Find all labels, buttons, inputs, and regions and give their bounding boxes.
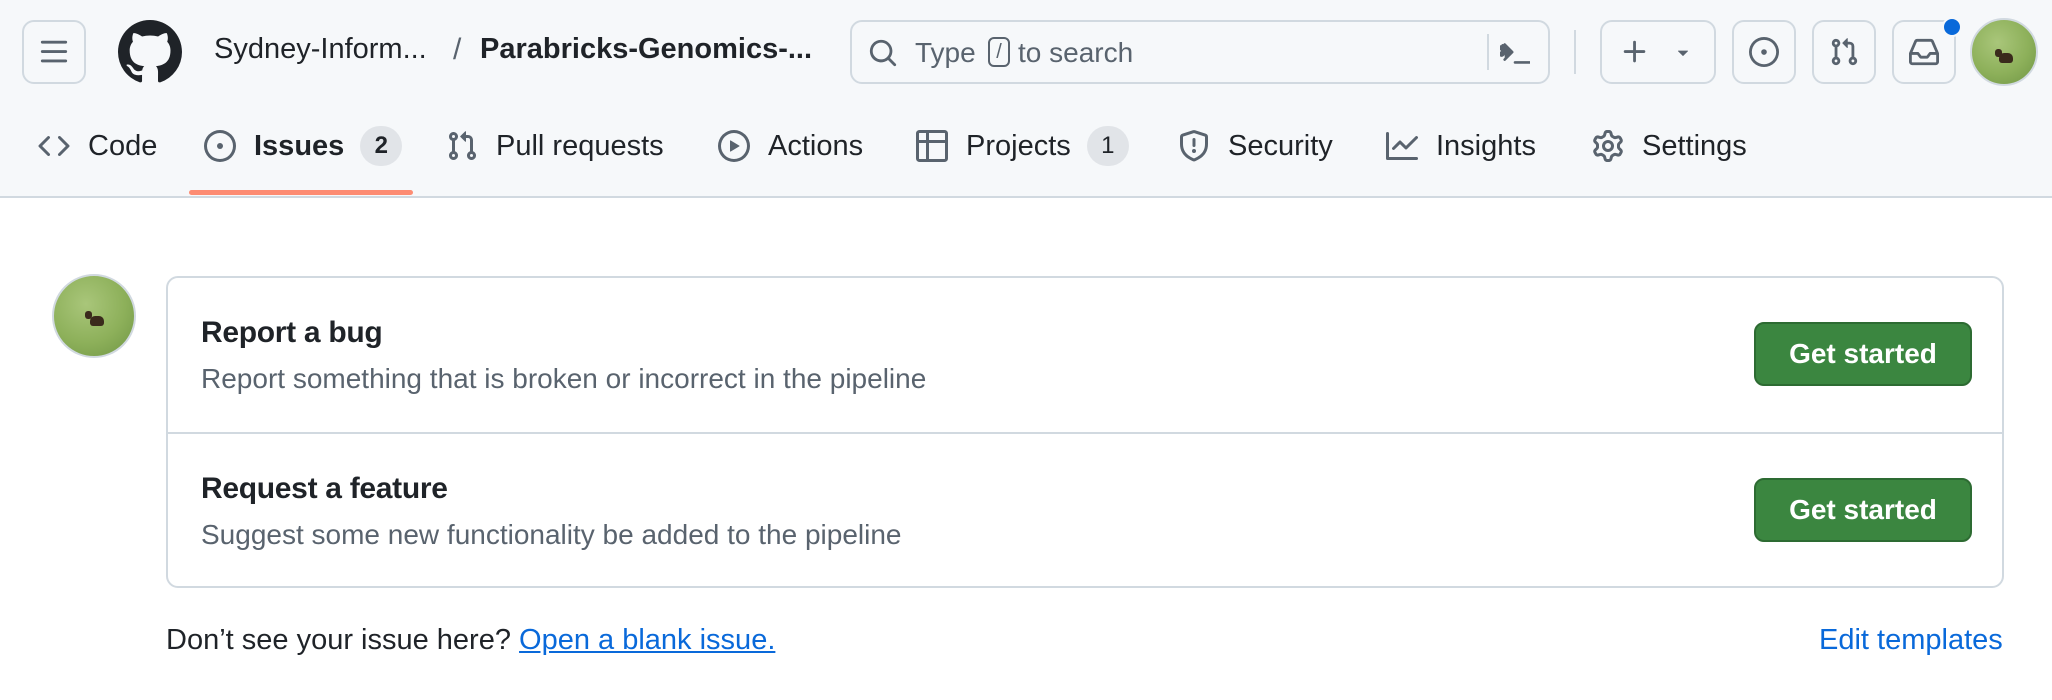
issue-opened-icon [204,130,236,162]
unread-notification-indicator [1942,17,1962,37]
inbox-icon [1909,38,1939,66]
blank-issue-prompt-text: Don’t see your issue here? [166,624,511,656]
search-placeholder-prefix: Type [915,37,976,68]
create-new-button[interactable] [1600,20,1716,84]
open-blank-issue-link[interactable]: Open a blank issue. [519,624,775,656]
table-icon [916,130,948,162]
hamburger-menu-icon [40,40,68,63]
tab-insights-label: Insights [1436,129,1536,162]
tab-actions[interactable]: Actions [718,120,863,172]
triangle-down-icon [1677,50,1689,56]
template-description: Suggest some new functionality be added … [201,519,902,550]
git-pull-request-icon [1831,38,1858,66]
user-avatar[interactable] [1970,18,2038,86]
plus-icon [1623,40,1646,63]
projects-count-badge: 1 [1086,126,1129,166]
tab-security[interactable]: Security [1178,120,1333,172]
command-palette-icon[interactable] [1500,38,1530,68]
your-issues-button[interactable] [1732,20,1796,84]
author-avatar[interactable] [52,274,136,358]
issue-template-row: Request a feature Suggest some new funct… [168,434,2002,588]
breadcrumb-separator: / [453,33,462,66]
tab-settings-label: Settings [1642,129,1747,162]
tab-pull-requests-label: Pull requests [496,129,664,162]
issue-opened-icon [1749,37,1779,67]
github-logo-icon [117,20,182,83]
issues-count-badge: 2 [360,126,403,166]
breadcrumb-owner[interactable]: Sydney-Inform... [214,33,427,66]
edit-templates-link[interactable]: Edit templates [1819,624,2003,657]
search-placeholder-suffix: to search [1018,37,1134,68]
search-input[interactable]: Type / to search [850,20,1550,84]
issue-template-row: Report a bug Report something that is br… [168,278,2002,434]
template-title: Report a bug [201,316,383,349]
global-menu-button[interactable] [22,20,86,84]
blank-issue-prompt: Don’t see your issue here? Open a blank … [166,624,775,657]
code-icon [38,135,70,157]
play-icon [718,130,750,162]
breadcrumb-repo[interactable]: Parabricks-Genomics-... [480,33,812,66]
git-pull-request-icon [448,131,477,161]
tab-actions-label: Actions [768,129,864,162]
template-description: Report something that is broken or incor… [201,363,927,394]
search-shortcut-key: / [988,37,1010,67]
app-header: Sydney-Inform... / Parabricks-Genomics-.… [0,0,2052,198]
tab-code-label: Code [88,129,158,162]
header-divider [1574,30,1576,74]
issue-template-list: Report a bug Report something that is br… [166,276,2004,588]
template-title: Request a feature [201,472,448,505]
github-logo-link[interactable] [117,20,182,84]
tab-code[interactable]: Code [38,120,157,172]
tab-projects[interactable]: Projects 1 [916,120,1129,172]
tab-pull-requests[interactable]: Pull requests [446,120,664,172]
get-started-button[interactable]: Get started [1754,322,1972,386]
search-icon [869,39,897,67]
shield-icon [1180,130,1208,162]
tab-security-label: Security [1228,129,1333,162]
tab-issues[interactable]: Issues 2 [204,120,403,172]
graph-icon [1386,132,1418,160]
gear-icon [1593,130,1623,162]
your-pull-requests-button[interactable] [1812,20,1876,84]
tab-projects-label: Projects [966,129,1071,162]
search-divider [1487,34,1489,70]
get-started-button[interactable]: Get started [1754,478,1972,542]
tab-settings[interactable]: Settings [1592,120,1747,172]
tab-issues-label: Issues [254,129,345,162]
tab-insights[interactable]: Insights [1386,120,1536,172]
selected-tab-indicator [189,190,413,195]
